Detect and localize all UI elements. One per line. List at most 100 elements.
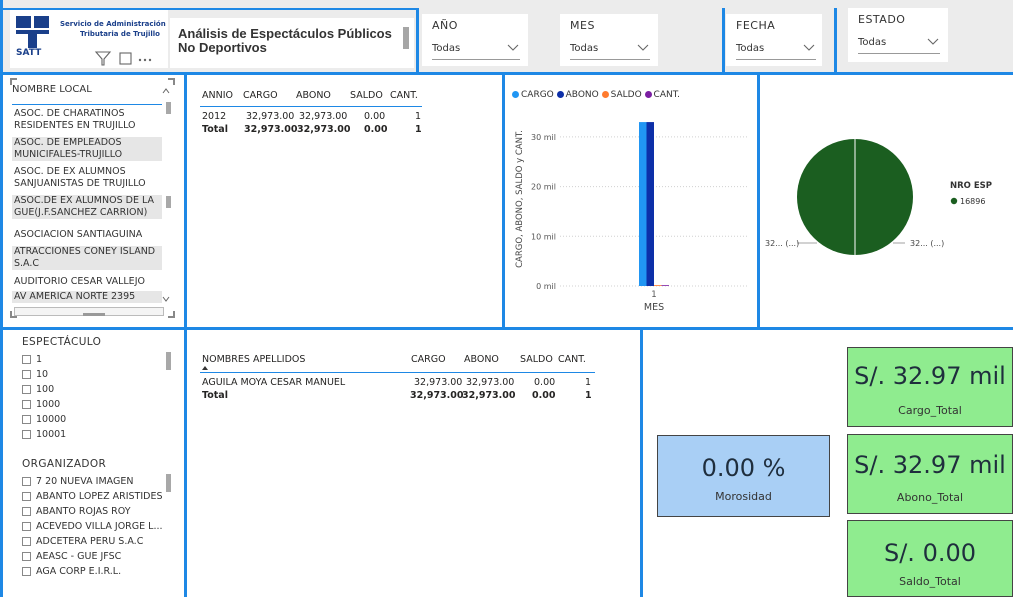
list-item[interactable]: 7 20 NUEVA IMAGEN [22,476,133,487]
legend-item[interactable]: CANT. [644,90,680,100]
header-separator [722,8,725,74]
list-item[interactable]: ASOC. DE EMPLEADOS MUNICIFALES-TRUJILLO [12,137,162,161]
sort-ascending-icon[interactable] [202,366,208,370]
filter-mes-dropdown[interactable]: Todas [570,38,650,60]
y-axis-label: CARGO, ABONO, SALDO y CANT. [515,130,525,268]
list-item[interactable]: AUDITORIO CESAR VALLEJO [12,276,162,288]
table-cell: 32,973.00 [299,111,348,122]
resize-handle[interactable] [168,311,175,318]
list-item[interactable]: 10001 [22,429,66,440]
list-item[interactable]: ASOCIACION SANTIAGUINA [12,229,162,241]
bar-cargo[interactable] [639,122,647,286]
chevron-down-icon[interactable] [162,296,170,302]
table-header[interactable]: SALDO [520,354,553,365]
panel-divider [640,327,643,597]
bar-chart: 0 mil 10 mil 20 mil 30 mil CARGO, ABONO, SAL… [515,122,748,313]
logo-acronym: SATT [16,48,42,58]
list-item[interactable]: ASOC. DE EX ALUMNOS SANJUANISTAS DE TRUJ… [12,166,162,190]
checkbox[interactable] [22,552,31,561]
horizontal-scrollbar-thumb[interactable] [83,313,105,316]
logo-org-line1: Servicio de Administración [60,20,166,28]
legend-item[interactable]: SALDO [601,90,642,100]
list-item[interactable]: ASOC.DE EX ALUMNOS DE LA GUE(J.F.SANCHEZ… [12,195,162,219]
table-cell: 2012 [202,111,227,122]
x-axis-label: MES [644,302,664,313]
horizontal-scrollbar[interactable] [14,307,164,316]
bar-abono[interactable] [646,122,655,286]
filter-mes[interactable]: MES Todas [560,14,658,66]
filter-anio[interactable]: AÑO Todas [422,14,528,66]
table-header[interactable]: ABONO [464,354,499,365]
title-scrollbar[interactable] [403,27,409,49]
table-header[interactable]: CANT. [558,354,586,365]
list-item[interactable]: AEASC - GUE JFSC [22,551,121,562]
checkbox[interactable] [22,415,31,424]
checkbox[interactable] [22,567,31,576]
table-header[interactable]: CARGO [411,354,446,365]
bar-cant[interactable] [661,285,670,286]
checkbox[interactable] [22,370,31,379]
checkbox[interactable] [22,507,31,516]
table-header[interactable]: SALDO [350,90,383,101]
organizador-slicer[interactable]: ORGANIZADOR 7 20 NUEVA IMAGEN ABANTO LOP… [10,456,180,594]
checkbox[interactable] [22,477,31,486]
checkbox[interactable] [22,522,31,531]
table-cell: 32,973.00 [466,377,515,388]
local-slicer[interactable]: NOMBRE LOCAL ASOC. DE CHARATINOS RESIDEN… [10,78,175,318]
espectaculo-header: ESPECTÁCULO [22,336,102,348]
checkbox[interactable] [22,492,31,501]
vertical-scrollbar[interactable] [166,102,171,114]
logo-org-line2: Tributaria de Trujillo [80,30,160,38]
kpi-cargo-card: S/. 32.97 mil Cargo_Total [847,347,1013,427]
list-item[interactable]: AV AMERICA NORTE 2395 [12,291,162,303]
list-item[interactable]: ABANTO LOPEZ ARISTIDES [22,491,163,502]
kpi-saldo-label: Saldo_Total [899,575,961,588]
filter-estado-dropdown[interactable]: Todas [858,32,940,54]
filter-estado[interactable]: ESTADO Todas [848,8,948,62]
checkbox[interactable] [22,355,31,364]
chevron-down-icon [927,38,939,45]
table-header[interactable]: NOMBRES APELLIDOS [202,354,305,365]
title-line2: No Deportivos [178,40,267,55]
filter-estado-value: Todas [858,37,887,48]
list-item[interactable]: 100 [22,384,54,395]
list-item[interactable]: ASOC. DE CHARATINOS RESIDENTES EN TRUJIL… [12,108,162,132]
legend-item[interactable]: ABONO [556,90,599,100]
table-header[interactable]: ANNIO [202,90,233,101]
chevron-up-icon[interactable] [162,88,170,94]
y-tick-label: 0 mil [536,282,556,291]
checkbox[interactable] [22,537,31,546]
table-header[interactable]: CANT. [390,90,418,101]
focus-mode-icon [119,52,132,65]
list-item[interactable]: ATRACCIONES CONEY ISLAND S.A.C [12,246,162,270]
table-cell: 0.00 [364,111,386,122]
list-item[interactable]: ABANTO ROJAS ROY [22,506,131,517]
list-item[interactable]: ADCETERA PERU S.A.C [22,536,143,547]
pie-legend-dot [950,197,958,205]
vertical-scrollbar-thumb[interactable] [166,196,171,208]
table-header[interactable]: ABONO [296,90,331,101]
y-tick-label: 30 mil [531,133,556,142]
list-item[interactable]: ACEVEDO VILLA JORGE L... [22,521,163,532]
vertical-scrollbar-thumb[interactable] [166,352,171,370]
filter-fecha-dropdown[interactable]: Todas [736,38,816,60]
bar-saldo[interactable] [654,285,662,286]
table-header[interactable]: CARGO [243,90,278,101]
list-item[interactable]: 10000 [22,414,66,425]
filter-anio-dropdown[interactable]: Todas [432,38,520,60]
checkbox[interactable] [22,385,31,394]
list-item[interactable]: 1000 [22,399,60,410]
resize-handle[interactable] [168,78,175,85]
filter-fecha[interactable]: FECHA Todas [726,14,822,66]
filter-icon [94,51,112,66]
espectaculo-slicer[interactable]: ESPECTÁCULO 1 10 100 1000 10000 10001 [10,332,180,452]
vertical-scrollbar-thumb[interactable] [166,474,171,492]
legend-item[interactable]: CARGO [512,90,554,100]
checkbox[interactable] [22,400,31,409]
list-item[interactable]: 1 [22,354,42,365]
checkbox[interactable] [22,430,31,439]
list-item[interactable]: AGA CORP E.I.R.L. [22,566,121,577]
pie-legend-item[interactable]: 16896 [960,197,985,206]
list-item[interactable]: 10 [22,369,48,380]
kpi-saldo-value: S/. 0.00 [883,539,976,567]
